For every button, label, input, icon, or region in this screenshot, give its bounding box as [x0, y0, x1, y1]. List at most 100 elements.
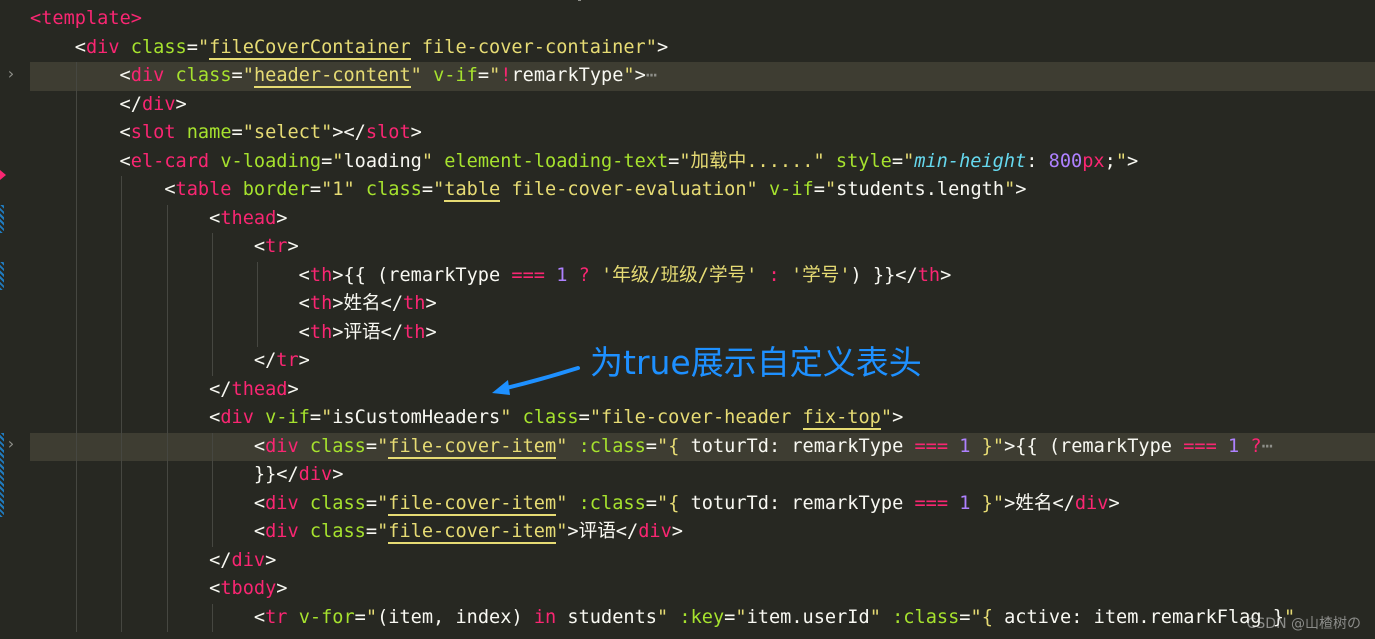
code-token: style — [835, 150, 892, 172]
code-token: < — [30, 36, 86, 58]
code-token: = — [477, 65, 490, 86]
code-line[interactable]: <div class="file-cover-item" :class="{ t… — [30, 489, 1375, 518]
code-token: " — [332, 150, 344, 172]
code-token: < — [30, 435, 266, 457]
code-token: px — [1082, 150, 1105, 172]
code-text: <tr v-for="(item, index) in students" :k… — [30, 604, 1295, 633]
code-token: > — [1108, 492, 1120, 514]
code-line[interactable]: <div class="header-content" v-if="!remar… — [30, 62, 1375, 91]
code-token: div — [141, 93, 176, 115]
code-line[interactable]: <div v-if="isCustomHeaders" class="file-… — [30, 404, 1375, 433]
code-token: header-content — [253, 65, 411, 88]
code-token: > — [656, 36, 669, 58]
code-token: > — [671, 521, 683, 542]
code-line[interactable]: <th>姓名</th> — [30, 290, 1375, 319]
code-line[interactable]: </div> — [30, 90, 1375, 119]
code-token: > — [425, 321, 437, 343]
code-text: }}</div> — [30, 461, 344, 490]
code-line[interactable]: <div class="file-cover-item">评语</div> — [30, 518, 1375, 547]
code-token: = — [891, 150, 904, 172]
code-line[interactable]: <template> — [30, 5, 1375, 34]
ellipsis-icon[interactable]: ⋯ — [646, 65, 657, 86]
code-line[interactable]: <tr> — [30, 233, 1375, 262]
code-token: " — [1004, 179, 1016, 200]
code-token: > — [425, 293, 437, 314]
code-token: = — [645, 492, 657, 514]
editor-gutter: › › — [0, 0, 30, 639]
code-line[interactable]: <table border="1" class="table file-cove… — [30, 176, 1375, 205]
code-line[interactable]: <tbody> — [30, 575, 1375, 604]
code-line[interactable]: <div class="file-cover-item" :class="{ t… — [30, 432, 1375, 461]
breakpoint-marker-icon[interactable] — [0, 170, 6, 180]
code-token: " — [869, 606, 881, 628]
code-token: file-cover-item — [388, 521, 557, 544]
code-line[interactable]: <slot name="select"></slot> — [30, 119, 1375, 148]
code-token: ></ — [332, 122, 366, 143]
code-token: { — [981, 606, 1005, 628]
code-line[interactable]: <th>{{ (remarkType === 1 ? '年级/班级/学号' : … — [30, 261, 1375, 291]
code-line[interactable]: </div> — [30, 546, 1375, 576]
code-token: " — [556, 521, 568, 542]
code-token: < — [30, 179, 176, 200]
code-line[interactable]: <el-card v-loading="loading" element-loa… — [30, 147, 1375, 176]
code-token: border — [242, 179, 310, 200]
modified-lines-marker — [0, 205, 4, 233]
code-token: < — [30, 150, 131, 172]
code-text: <th>姓名</th> — [30, 290, 437, 319]
code-token: "file-cover-header — [589, 407, 803, 428]
code-token: " — [433, 179, 445, 200]
code-token: < — [30, 264, 310, 286]
code-token: element-loading-text — [444, 150, 669, 172]
code-token: < — [30, 122, 131, 143]
annotation-text: 为true展示自定义表头 — [590, 343, 922, 382]
code-token: > — [634, 65, 646, 86]
code-line[interactable]: }}</div> — [30, 461, 1375, 490]
code-line[interactable]: <div class="fileCoverContainer file-cove… — [30, 34, 1375, 63]
code-token: "加载中......" — [679, 150, 825, 172]
code-text: <thead> — [30, 205, 287, 234]
code-token: file-cover-item — [388, 435, 557, 459]
code-token: : — [768, 264, 780, 286]
code-text: <div class="header-content" v-if="!remar… — [30, 62, 657, 91]
code-token: div — [265, 521, 299, 542]
ellipsis-icon[interactable]: ⋯ — [1262, 436, 1273, 457]
code-token: > — [287, 378, 299, 400]
code-line[interactable]: <thead> — [30, 204, 1375, 234]
code-token: = — [668, 150, 680, 172]
code-token: th — [403, 321, 426, 343]
code-token: th — [309, 321, 333, 343]
code-token: </ — [30, 378, 232, 400]
code-token: = — [365, 492, 378, 514]
code-token: >评语</ — [332, 321, 404, 343]
modified-lines-marker — [0, 433, 4, 517]
code-token: = — [365, 521, 378, 542]
code-text: <th>{{ (remarkType === 1 ? '年级/班级/学号' : … — [30, 262, 952, 291]
chevron-right-icon[interactable]: › — [6, 64, 16, 83]
code-token: = — [309, 407, 322, 428]
code-token: v-if — [433, 65, 478, 86]
chevron-right-icon[interactable]: › — [6, 434, 16, 453]
code-token: fileCoverContainer — [209, 36, 411, 60]
code-token: div — [1074, 492, 1109, 514]
code-token: > — [1127, 150, 1139, 172]
code-text: </div> — [30, 547, 276, 576]
code-editor[interactable]: <template> <div class="fileCoverContaine… — [30, 0, 1375, 639]
code-token: slot — [365, 122, 411, 143]
code-token: ; — [1104, 150, 1116, 172]
scroll-indicator — [578, 0, 581, 1]
code-token: > — [332, 464, 344, 485]
code-token: th — [309, 293, 333, 314]
code-line[interactable]: <tr v-for="(item, index) in students" :k… — [30, 603, 1375, 633]
code-token: class — [309, 521, 366, 542]
